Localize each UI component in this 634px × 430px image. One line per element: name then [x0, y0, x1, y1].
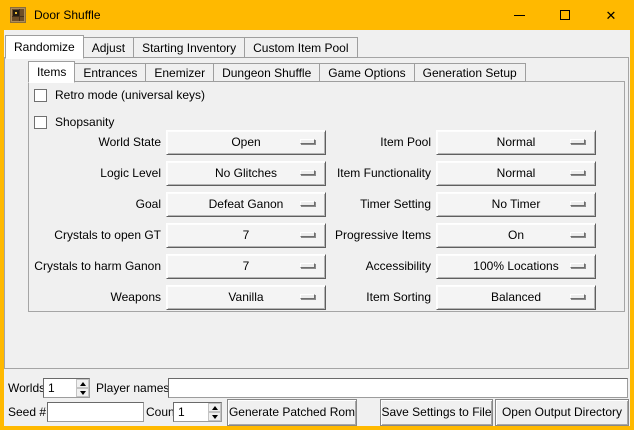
item-pool-label: Item Pool — [299, 130, 431, 155]
arrow-down-icon — [80, 391, 86, 395]
save-settings-button[interactable]: Save Settings to File — [380, 399, 493, 426]
worlds-value: 1 — [48, 379, 55, 397]
dropdown-indicator-icon — [570, 294, 585, 299]
crystals-ganon-label: Crystals to harm Ganon — [29, 254, 161, 279]
arrow-up-icon — [212, 406, 218, 410]
retro-mode-label: Retro mode (universal keys) — [55, 88, 205, 102]
crystals-gt-label: Crystals to open GT — [29, 223, 161, 248]
progressive-items-dropdown[interactable]: On — [436, 223, 596, 248]
spin-down-button[interactable] — [208, 412, 221, 421]
player-names-label: Player names — [96, 378, 169, 398]
maximize-button[interactable] — [542, 0, 588, 30]
tab-custom-item-pool[interactable]: Custom Item Pool — [244, 37, 357, 58]
tab-dungeon-shuffle[interactable]: Dungeon Shuffle — [213, 63, 320, 82]
item-functionality-dropdown[interactable]: Normal — [436, 161, 596, 186]
arrow-up-icon — [80, 382, 86, 386]
spin-up-button[interactable] — [208, 403, 221, 412]
spin-down-button[interactable] — [76, 388, 89, 397]
item-functionality-label: Item Functionality — [299, 161, 431, 186]
tab-adjust[interactable]: Adjust — [83, 37, 134, 58]
door-icon — [10, 7, 26, 23]
accessibility-label: Accessibility — [299, 254, 431, 279]
main-tab-bar: Randomize Adjust Starting Inventory Cust… — [5, 33, 357, 58]
logic-level-label: Logic Level — [29, 161, 161, 186]
accessibility-dropdown[interactable]: 100% Locations — [436, 254, 596, 279]
dropdown-indicator-icon — [570, 170, 585, 175]
close-button[interactable]: ✕ — [588, 0, 634, 30]
count-value: 1 — [178, 403, 185, 421]
door-shuffle-window: { "colors": { "titlebar_accent": "#ffb90… — [0, 0, 634, 430]
worlds-label: Worlds — [8, 378, 45, 398]
count-spinner — [208, 403, 221, 421]
item-sorting-dropdown[interactable]: Balanced — [436, 285, 596, 310]
count-spinbox[interactable]: 1 — [173, 402, 222, 422]
retro-mode-checkbox[interactable] — [34, 89, 47, 102]
goal-label: Goal — [29, 192, 161, 217]
items-tab-panel: Retro mode (universal keys) Shopsanity W… — [28, 81, 625, 312]
tab-enemizer[interactable]: Enemizer — [145, 63, 214, 82]
tab-entrances[interactable]: Entrances — [74, 63, 146, 82]
close-icon: ✕ — [606, 9, 617, 22]
minimize-button[interactable] — [496, 0, 542, 30]
weapons-label: Weapons — [29, 285, 161, 310]
shopsanity-option: Shopsanity — [34, 115, 114, 129]
tab-game-options[interactable]: Game Options — [319, 63, 414, 82]
window-body: Randomize Adjust Starting Inventory Cust… — [4, 30, 630, 426]
item-sorting-label: Item Sorting — [299, 285, 431, 310]
seed-label: Seed # — [8, 402, 46, 422]
progressive-items-label: Progressive Items — [299, 223, 431, 248]
shopsanity-label: Shopsanity — [55, 115, 114, 129]
player-names-input[interactable] — [168, 378, 628, 398]
spin-up-button[interactable] — [76, 379, 89, 388]
dropdown-indicator-icon — [570, 232, 585, 237]
maximize-icon — [560, 10, 570, 20]
item-pool-dropdown[interactable]: Normal — [436, 130, 596, 155]
tab-randomize[interactable]: Randomize — [5, 35, 84, 59]
tab-items[interactable]: Items — [28, 61, 75, 83]
dropdown-indicator-icon — [570, 139, 585, 144]
seed-input[interactable] — [47, 402, 144, 422]
open-output-directory-button[interactable]: Open Output Directory — [495, 399, 629, 426]
worlds-spinner — [76, 379, 89, 397]
sub-tab-bar: Items Entrances Enemizer Dungeon Shuffle… — [28, 60, 525, 82]
dropdown-indicator-icon — [570, 201, 585, 206]
minimize-icon — [514, 15, 525, 16]
timer-setting-dropdown[interactable]: No Timer — [436, 192, 596, 217]
window-controls: ✕ — [496, 0, 634, 30]
timer-setting-label: Timer Setting — [299, 192, 431, 217]
shopsanity-checkbox[interactable] — [34, 116, 47, 129]
tab-starting-inventory[interactable]: Starting Inventory — [133, 37, 245, 58]
generate-patched-rom-button[interactable]: Generate Patched Rom — [227, 399, 357, 426]
retro-mode-option: Retro mode (universal keys) — [34, 88, 205, 102]
title-bar: Door Shuffle ✕ — [0, 0, 634, 30]
dropdown-indicator-icon — [570, 263, 585, 268]
tab-generation-setup[interactable]: Generation Setup — [414, 63, 526, 82]
world-state-label: World State — [29, 130, 161, 155]
arrow-down-icon — [212, 415, 218, 419]
worlds-spinbox[interactable]: 1 — [43, 378, 90, 398]
window-title: Door Shuffle — [34, 8, 101, 22]
